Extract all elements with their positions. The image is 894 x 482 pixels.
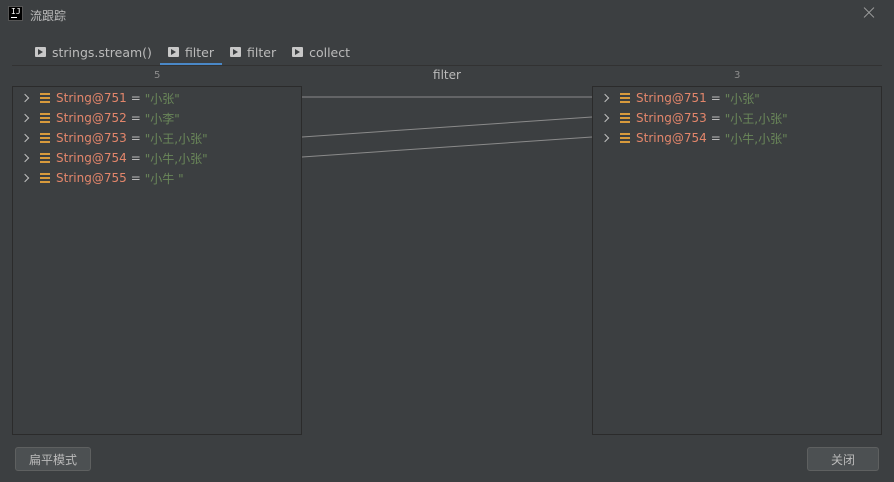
object-name: String@754 [56, 151, 127, 165]
equals-sign: = [130, 111, 141, 125]
object-name: String@753 [56, 131, 127, 145]
object-value: "小李" [144, 111, 180, 126]
tree-row[interactable]: String@751 = "小张" [593, 88, 881, 108]
object-field-icon [40, 173, 50, 183]
title-bar: IJ 流跟踪 [0, 0, 894, 30]
equals-sign: = [130, 151, 141, 165]
object-name: String@755 [56, 171, 127, 185]
expand-chevron-icon[interactable] [19, 91, 33, 105]
right-count: 3 [734, 70, 741, 81]
tree-row[interactable]: String@754 = "小牛,小张" [13, 148, 301, 168]
expand-chevron-icon[interactable] [599, 111, 613, 125]
expand-chevron-icon[interactable] [19, 171, 33, 185]
equals-sign: = [130, 131, 141, 145]
object-field-icon [40, 93, 50, 103]
tree-row[interactable]: String@754 = "小牛,小张" [593, 128, 881, 148]
stream-step-icon [292, 47, 304, 57]
object-name: String@751 [56, 91, 127, 105]
object-field-icon [620, 93, 630, 103]
object-value: "小张" [724, 91, 760, 106]
tree-row[interactable]: String@755 = "小牛 " [13, 168, 301, 188]
equals-sign: = [710, 111, 721, 125]
object-field-icon [40, 153, 50, 163]
object-name: String@751 [636, 91, 707, 105]
stream-step-icon [167, 47, 179, 57]
expand-chevron-icon[interactable] [599, 91, 613, 105]
equals-sign: = [710, 131, 721, 145]
tree-row[interactable]: String@751 = "小张" [13, 88, 301, 108]
equals-sign: = [130, 171, 141, 185]
object-value: "小张" [144, 91, 180, 106]
tree-row[interactable]: String@752 = "小李" [13, 108, 301, 128]
mapping-line [301, 116, 593, 138]
stream-step-icon [230, 47, 242, 57]
left-values-panel[interactable]: String@751 = "小张" String@752 = "小李" Stri… [12, 86, 302, 435]
left-count: 5 [154, 70, 161, 81]
expand-chevron-icon[interactable] [599, 131, 613, 145]
tab-label: collect [309, 44, 351, 60]
equals-sign: = [130, 91, 141, 105]
object-value: "小王,小张" [144, 131, 208, 146]
expand-chevron-icon[interactable] [19, 151, 33, 165]
close-icon[interactable] [861, 5, 877, 21]
object-value: "小牛 " [144, 171, 184, 186]
tab-filter-1[interactable]: filter [159, 39, 223, 66]
equals-sign: = [710, 91, 721, 105]
tab-label: filter [184, 44, 215, 60]
window-title: 流跟踪 [30, 9, 67, 23]
close-button[interactable]: 关闭 [807, 447, 879, 471]
object-field-icon [620, 113, 630, 123]
mapping-line [301, 136, 593, 158]
right-values-panel[interactable]: String@751 = "小张" String@753 = "小王,小张" S… [592, 86, 882, 435]
tab-bar: strings.stream() filter filter collect [27, 39, 358, 66]
object-field-icon [620, 133, 630, 143]
intellij-logo-icon: IJ [8, 6, 23, 21]
object-value: "小牛,小张" [724, 131, 788, 146]
tab-collect[interactable]: collect [284, 39, 358, 65]
tab-label: strings.stream() [52, 44, 152, 60]
tab-strings-stream[interactable]: strings.stream() [27, 39, 160, 65]
stream-step-icon [35, 47, 46, 57]
tree-row[interactable]: String@753 = "小王,小张" [593, 108, 881, 128]
expand-chevron-icon[interactable] [19, 111, 33, 125]
tab-label: filter [247, 44, 277, 60]
object-value: "小王,小张" [724, 111, 788, 126]
expand-chevron-icon[interactable] [19, 131, 33, 145]
object-name: String@754 [636, 131, 707, 145]
flat-mode-button[interactable]: 扁平模式 [15, 447, 91, 471]
object-name: String@753 [636, 111, 707, 125]
tree-row[interactable]: String@753 = "小王,小张" [13, 128, 301, 148]
tab-divider [12, 65, 882, 66]
operation-label: filter [433, 68, 461, 82]
tab-filter-2[interactable]: filter [222, 39, 284, 65]
object-field-icon [40, 133, 50, 143]
object-field-icon [40, 113, 50, 123]
object-value: "小牛,小张" [144, 151, 208, 166]
object-name: String@752 [56, 111, 127, 125]
